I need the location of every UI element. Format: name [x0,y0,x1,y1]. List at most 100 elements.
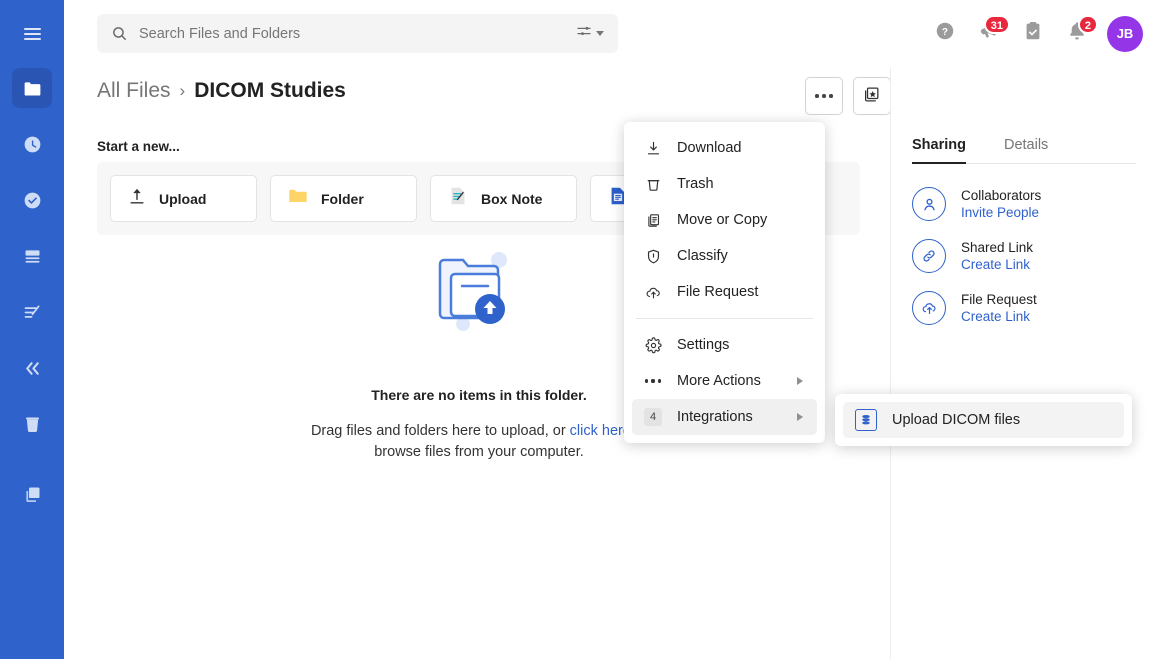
menu-item-classify[interactable]: Classify [632,238,817,274]
tab-sharing[interactable]: Sharing [912,137,966,163]
announcements-badge: 31 [984,15,1010,34]
clipboard-check-icon [1022,20,1044,47]
empty-state-text: Drag files and folders here to upload, o… [299,421,659,463]
integrations-count-badge: 4 [644,408,662,426]
submenu-item-label: Upload DICOM files [892,412,1020,428]
menu-divider [636,318,813,319]
cloud-upload-circle-icon [912,291,946,325]
move-copy-icon [644,212,662,229]
help-button[interactable]: ? [923,12,967,56]
check-circle-icon [22,190,43,211]
chevron-right-icon [797,377,803,385]
menu-item-label: Move or Copy [677,212,803,228]
tile-label: Folder [321,191,364,207]
feed-icon [22,246,43,267]
announcements-button[interactable]: 31 [967,12,1011,56]
menu-item-label: Settings [677,337,803,353]
folder-icon [22,78,43,99]
notifications-button[interactable]: 2 [1055,12,1099,56]
sharing-row-file-request: File Request Create Link [912,291,1037,325]
clock-icon [22,134,43,155]
breadcrumb-separator: › [180,81,186,101]
sidebar-item-relay[interactable] [12,348,52,388]
menu-item-integrations[interactable]: 4 Integrations [632,399,817,435]
box-file-browser-app: ? 31 [0,0,1157,659]
chevron-right-icon [797,413,803,421]
menu-item-label: Integrations [677,409,782,425]
breadcrumb: All Files › DICOM Studies [97,79,346,103]
shield-icon [644,248,662,265]
folder-upload-illustration [429,242,529,347]
sidebar-item-all-files[interactable] [12,68,52,108]
start-new-tile-folder[interactable]: Folder [270,175,417,222]
menu-item-label: File Request [677,284,803,300]
tasks-button[interactable] [1011,12,1055,56]
row-action-link[interactable]: Create Link [961,256,1033,273]
chevron-down-icon [596,31,604,36]
start-new-title: Start a new... [97,139,180,154]
left-sidebar [0,0,64,659]
favorite-star-box-icon [862,85,881,108]
row-action-link[interactable]: Create Link [961,308,1037,325]
download-icon [644,140,662,157]
menu-item-label: Trash [677,176,803,192]
note-pen-icon [22,302,43,323]
box-note-icon [447,185,469,212]
search-input[interactable] [139,26,576,42]
click-here-link[interactable]: click here [570,423,631,439]
sidebar-item-synced[interactable] [12,180,52,220]
svg-text:?: ? [942,27,948,38]
row-title: Collaborators [961,187,1041,204]
sidebar-item-notes[interactable] [12,292,52,332]
search-bar[interactable] [97,14,618,53]
help-circle-icon: ? [934,20,956,47]
menu-item-label: More Actions [677,373,782,389]
row-action-link[interactable]: Invite People [961,204,1041,221]
page-title: DICOM Studies [194,79,346,103]
dicom-app-icon [855,409,877,431]
link-circle-icon [912,239,946,273]
folder-yellow-icon [287,185,309,212]
search-filter-button[interactable] [576,23,604,44]
sidebar-item-canvas[interactable] [12,474,52,514]
menu-item-label: Classify [677,248,803,264]
right-sidebar: Sharing Details Collaborators Invite Peo… [890,67,1157,659]
menu-item-download[interactable]: Download [632,130,817,166]
sidebar-item-recents[interactable] [12,124,52,164]
sharing-row-collaborators: Collaborators Invite People [912,187,1041,221]
integrations-count-badge-wrap: 4 [644,408,662,426]
start-new-tile-upload[interactable]: Upload [110,175,257,222]
top-bar-actions: ? 31 [923,0,1143,67]
hamburger-menu-icon[interactable] [12,14,52,54]
empty-state-text-before: Drag files and folders here to upload, o… [311,423,570,439]
notifications-badge: 2 [1078,15,1098,34]
menu-item-label: Download [677,140,803,156]
sharing-row-shared-link: Shared Link Create Link [912,239,1033,273]
menu-item-more-actions[interactable]: More Actions [632,363,817,399]
start-new-tile-box-note[interactable]: Box Note [430,175,577,222]
row-title: Shared Link [961,239,1033,256]
sliders-icon [576,23,592,44]
breadcrumb-all-files[interactable]: All Files [97,79,171,103]
ellipsis-icon [644,379,662,382]
menu-item-trash[interactable]: Trash [632,166,817,202]
gear-icon [644,337,662,354]
tab-details[interactable]: Details [1004,137,1048,163]
submenu-item-upload-dicom-files[interactable]: Upload DICOM files [843,402,1124,438]
search-icon [111,25,128,42]
sidebar-item-trash[interactable] [12,404,52,444]
trash-icon [22,414,43,435]
more-options-menu: Download Trash Move or Copy [624,122,825,443]
menu-item-settings[interactable]: Settings [632,327,817,363]
sidebar-nav [12,68,52,514]
avatar[interactable]: JB [1107,16,1143,52]
right-panel-tabs: Sharing Details [912,137,1136,164]
more-options-button[interactable] [805,77,843,115]
menu-item-move-or-copy[interactable]: Move or Copy [632,202,817,238]
sidebar-item-news[interactable] [12,236,52,276]
menu-item-file-request[interactable]: File Request [632,274,817,310]
double-chevron-left-icon [22,358,43,379]
upload-icon [127,186,147,211]
add-to-favorites-button[interactable] [853,77,891,115]
integrations-submenu: Upload DICOM files [835,394,1132,446]
